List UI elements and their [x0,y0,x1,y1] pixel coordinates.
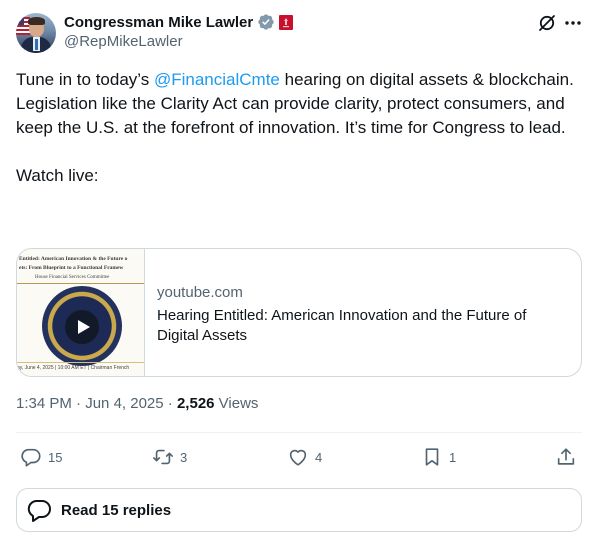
share-icon [557,448,575,465]
tweet-time[interactable]: 1:34 PM [16,395,72,412]
views-count: 2,526 [176,395,215,412]
more-icon[interactable] [563,13,583,33]
repost-count: 3 [180,449,188,465]
tweet-paragraph-3: Watch live: [16,166,99,185]
read-replies-button[interactable]: Read 15 replies [16,488,582,532]
tweet-header: Congressman Mike Lawler @RepMikeLawler [16,11,586,53]
author-display-name[interactable]: Congressman Mike Lawler [64,14,253,31]
tweet-meta: 1:34 PM · Jun 4, 2025 · 2,526 Views [16,395,259,412]
reply-count: 15 [48,449,63,465]
like-count: 4 [315,449,323,465]
read-replies-label: Read 15 replies [61,501,172,519]
action-bar: 15 3 4 1 [16,444,582,470]
bookmark-count: 1 [449,449,457,465]
reply-button[interactable]: 15 [20,444,62,470]
government-affiliation-icon[interactable] [279,14,294,30]
author-name-row: Congressman Mike Lawler [64,12,294,32]
tweet-date[interactable]: Jun 4, 2025 [85,395,163,412]
mention-link[interactable]: @FinancialCmte [154,70,280,89]
author-handle[interactable]: @RepMikeLawler [64,33,183,50]
bookmark-icon [425,448,439,466]
repost-icon [153,449,173,465]
play-icon[interactable] [65,310,99,344]
card-domain: youtube.com [157,284,243,301]
share-button[interactable] [555,444,577,470]
card-body[interactable]: youtube.com Hearing Entitled: American I… [145,249,557,376]
replies-bubble-icon [27,500,51,522]
tweet-text: Tune in to today’s @FinancialCmte hearin… [16,68,586,188]
repost-button[interactable]: 3 [152,444,187,470]
divider [16,432,582,433]
verified-badge-icon[interactable] [257,13,275,31]
like-icon [289,449,307,466]
grok-icon[interactable] [537,13,557,33]
like-button[interactable]: 4 [287,444,322,470]
tweet-paragraph-2: Legislation like the Clarity Act can pro… [16,94,566,137]
avatar[interactable] [16,13,56,53]
reply-icon [21,448,41,467]
link-preview-card[interactable]: Entitled: American Innovation & the Futu… [16,248,582,377]
video-thumbnail[interactable]: Entitled: American Innovation & the Futu… [17,249,145,376]
bookmark-button[interactable]: 1 [421,444,456,470]
card-title: Hearing Entitled: American Innovation an… [157,307,527,344]
tweet-paragraph-1: Tune in to today’s @FinancialCmte hearin… [16,70,574,89]
views-label: Views [214,395,259,412]
